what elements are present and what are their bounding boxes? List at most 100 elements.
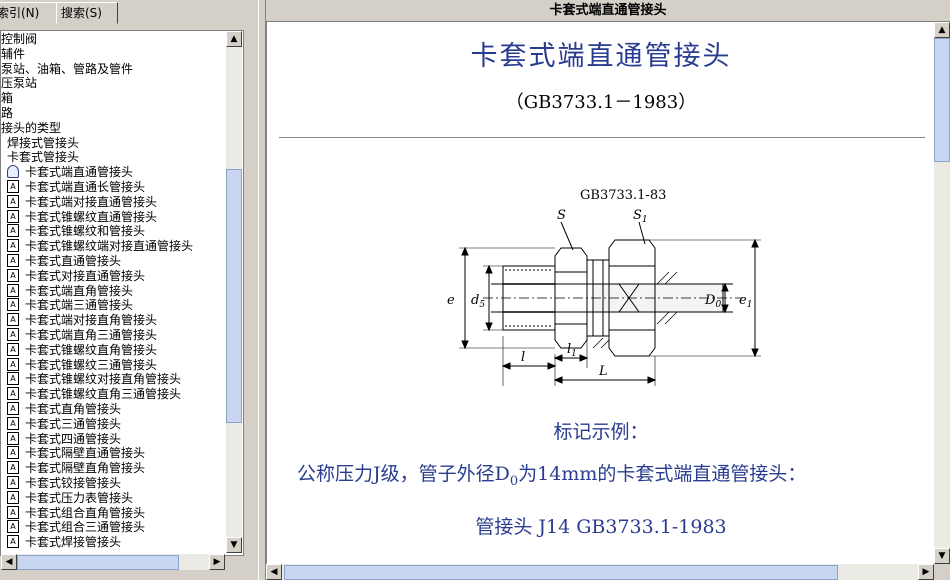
scroll-right-icon[interactable]: ▶	[918, 564, 934, 580]
scroll-down-icon[interactable]: ▼	[226, 537, 242, 553]
tree-item[interactable]: A 卡套式隔壁直通管接头	[1, 446, 229, 461]
tree-item[interactable]: A 卡套式对接直通管接头	[1, 268, 229, 284]
doc-standard: （GB3733.1－1983）	[505, 92, 697, 113]
label-d5: d	[471, 293, 479, 308]
tree-item[interactable]: A 卡套式直通管接头	[1, 253, 229, 269]
tree-item[interactable]: A 卡套式端对接直角管接头	[1, 313, 229, 328]
tree-item[interactable]: 路	[1, 106, 229, 121]
label-e: e	[447, 293, 455, 308]
tree-item[interactable]: A 卡套式三通管接头	[1, 416, 229, 432]
tree-item-label: 卡套式端对接直通管接头	[25, 194, 158, 209]
tree-item[interactable]: 焊接式管接头	[1, 136, 229, 151]
content-scroll-thumb[interactable]	[934, 38, 950, 162]
page-icon: A	[7, 253, 19, 267]
tree-hscroll-thumb[interactable]	[17, 555, 179, 570]
tree-item[interactable]: A 卡套式端对接直通管接头	[1, 194, 229, 210]
label-d0: D	[704, 293, 716, 308]
tree-item[interactable]: A 卡套式铰接管接头	[1, 475, 229, 491]
label-d5-sub: 5	[479, 300, 485, 310]
page-icon: A	[7, 535, 19, 549]
scroll-left-icon[interactable]: ◀	[266, 564, 282, 580]
tree-item[interactable]: A 卡套式锥螺纹端对接直通管接头	[1, 239, 229, 254]
tree-item[interactable]: A 卡套式端直角管接头	[1, 283, 229, 299]
tree-item-label: 卡套式四通管接头	[25, 431, 122, 446]
example-post: 为14mm的卡套式端直通管接头：	[518, 463, 807, 485]
example-heading: 标记示例：	[553, 421, 649, 443]
tree-item-label: 卡套式组合三通管接头	[25, 520, 146, 535]
page-icon: A	[7, 416, 19, 430]
tree-item[interactable]: 接头的类型	[1, 121, 229, 136]
tab-search[interactable]: 搜索(S)	[56, 2, 118, 24]
tree-item[interactable]: A 卡套式压力表管接头	[1, 490, 229, 506]
tree-item[interactable]: 泵站、油箱、管路及管件	[1, 62, 229, 77]
tree-item-label: 卡套式隔壁直角管接头	[25, 461, 146, 476]
scroll-up-icon[interactable]: ▲	[934, 22, 950, 38]
tree-vertical-scrollbar[interactable]: ▲ ▼	[226, 31, 242, 553]
tree-item-label: 卡套式端对接直角管接头	[25, 313, 158, 328]
topic-title-bar: 卡套式端直通管接头	[266, 0, 950, 22]
tree-item-label: 卡套式锥螺纹对接直角管接头	[25, 372, 182, 387]
tree-item[interactable]: 控制阀	[1, 32, 229, 47]
tree-item[interactable]: A 卡套式端直通长管接头	[1, 179, 229, 195]
tree-list: 控制阀 辅件 泵站、油箱、管路及管件 压泵站箱路接头的类型 焊接式管接头 卡套式管接头 卡套…	[1, 32, 229, 550]
page-icon: A	[7, 505, 19, 519]
tree-item[interactable]: 卡套式管接头	[1, 150, 229, 165]
tree-item[interactable]: A 卡套式焊接管接头	[1, 535, 229, 550]
tree-item[interactable]: A 卡套式锥螺纹直角管接头	[1, 342, 229, 358]
topic-content: 卡套式端直通管接头 （GB3733.1－1983） GB3733.1-83 S …	[266, 22, 935, 564]
label-s: S	[557, 208, 566, 223]
label-d0-sub: 0	[715, 300, 721, 310]
label-e1-sub: 1	[747, 300, 753, 310]
page-icon: A	[7, 461, 19, 475]
doc-title: 卡套式端直通管接头	[470, 41, 732, 72]
tree-item[interactable]: A 卡套式锥螺纹三通管接头	[1, 357, 229, 373]
tree-item-label: 接头的类型	[1, 120, 62, 135]
tree-item[interactable]: A 卡套式端三通管接头	[1, 298, 229, 313]
tree-item[interactable]: 卡套式端直通管接头	[1, 165, 229, 180]
tree-item[interactable]: 辅件	[1, 47, 229, 62]
tree-horizontal-scrollbar[interactable]: ◀ ▶	[1, 554, 225, 570]
page-icon: A	[7, 298, 19, 312]
pane-splitter[interactable]	[258, 0, 266, 580]
tree-item-label: 控制阀	[1, 32, 38, 46]
tree-item[interactable]: A 卡套式组合直角管接头	[1, 505, 229, 521]
tree-item[interactable]: A 卡套式端直角三通管接头	[1, 327, 229, 343]
example-sub: 0	[509, 474, 519, 489]
tree-item-label: 卡套式对接直通管接头	[25, 268, 146, 283]
tree-item-label: 箱	[1, 91, 14, 106]
figure-caption: GB3733.1-83	[580, 188, 666, 203]
tree-item-label: 卡套式三通管接头	[25, 416, 122, 431]
topic-tree: 控制阀 辅件 泵站、油箱、管路及管件 压泵站箱路接头的类型 焊接式管接头 卡套式管接头 卡套…	[0, 30, 244, 556]
scroll-down-icon[interactable]: ▼	[934, 548, 950, 564]
tree-item[interactable]: A 卡套式组合三通管接头	[1, 520, 229, 535]
tree-item[interactable]: A 卡套式锥螺纹直通管接头	[1, 209, 229, 225]
tree-item[interactable]: 压泵站	[1, 76, 229, 91]
label-s1: S	[633, 208, 642, 223]
content-horizontal-scrollbar[interactable]: ◀ ▶	[266, 564, 934, 580]
tree-scroll-thumb[interactable]	[226, 169, 242, 423]
svg-text:d5: d5	[471, 293, 485, 310]
scroll-left-icon[interactable]: ◀	[1, 554, 17, 570]
tree-item[interactable]: A 卡套式锥螺纹对接直角管接头	[1, 372, 229, 387]
tree-item-label: 路	[1, 105, 14, 120]
tree-item-label: 卡套式组合直角管接头	[25, 505, 146, 520]
tree-item[interactable]: A 卡套式隔壁直角管接头	[1, 461, 229, 476]
example-description: 公称压力J级，管子外径D0为14mm的卡套式端直通管接头：	[297, 459, 917, 489]
tree-item[interactable]: A 卡套式锥螺纹和管接头	[1, 224, 229, 239]
page-icon: A	[7, 490, 19, 504]
content-vertical-scrollbar[interactable]: ▲ ▼	[934, 22, 950, 564]
page-icon: A	[7, 387, 19, 401]
page-icon: A	[7, 431, 19, 445]
tree-item-label: 卡套式直角管接头	[25, 401, 122, 416]
tree-item[interactable]: A 卡套式四通管接头	[1, 431, 229, 447]
content-hscroll-thumb[interactable]	[284, 565, 838, 580]
scroll-up-icon[interactable]: ▲	[226, 31, 242, 47]
tree-item[interactable]: A 卡套式锥螺纹直角三通管接头	[1, 387, 229, 402]
scroll-right-icon[interactable]: ▶	[209, 554, 225, 570]
tree-item-label: 卡套式管接头	[7, 150, 80, 165]
nav-tabs: 索引(N) 搜索(S)	[0, 0, 260, 24]
tree-item-label: 卡套式端直通长管接头	[25, 179, 146, 194]
tree-item[interactable]: A 卡套式直角管接头	[1, 401, 229, 417]
page-icon: A	[7, 401, 19, 415]
tree-item[interactable]: 箱	[1, 91, 229, 106]
